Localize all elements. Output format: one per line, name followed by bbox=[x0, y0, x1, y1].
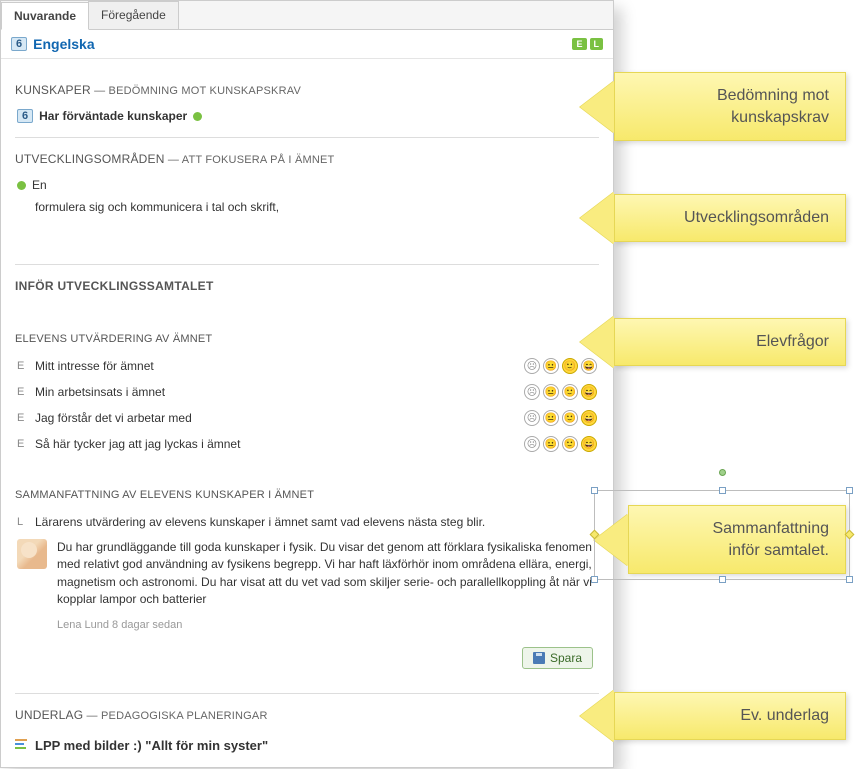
grade-badge: 6 bbox=[11, 37, 27, 51]
smiley-group[interactable]: ☹😐🙂😄 bbox=[524, 410, 597, 426]
tab-previous[interactable]: Föregående bbox=[88, 1, 179, 29]
summary-body: Du har grundläggande till goda kunskaper… bbox=[57, 539, 597, 609]
elev-eval-heading: ELEVENS UTVÄRDERING AV ÄMNET bbox=[15, 333, 599, 345]
eval-label: Så här tycker jag att jag lyckas i ämnet bbox=[35, 437, 240, 451]
summary-block: LLärarens utvärdering av elevens kunskap… bbox=[15, 509, 599, 631]
callout-elevfragor: Elevfrågor bbox=[580, 316, 846, 368]
sammanf-heading: SAMMANFATTNING AV ELEVENS KUNSKAPER I ÄM… bbox=[15, 489, 599, 501]
kunskaper-heading: KUNSKAPER — BEDÖMNING MOT KUNSKAPSKRAV bbox=[15, 83, 599, 97]
eval-row-3: ESå här tycker jag att jag lyckas i ämne… bbox=[15, 431, 599, 457]
smiley-group[interactable]: ☹😐🙂😄 bbox=[524, 436, 597, 452]
tag-l: L bbox=[590, 38, 604, 50]
grade-badge-6: 6 bbox=[17, 109, 33, 123]
summary-meta: Lena Lund 8 dagar sedan bbox=[57, 619, 597, 631]
utvomr-en: En bbox=[32, 178, 47, 192]
eval-row-2: EJag förstår det vi arbetar med ☹😐🙂😄 bbox=[15, 405, 599, 431]
eval-label: Mitt intresse för ämnet bbox=[35, 359, 154, 373]
eval-row-0: EMitt intresse för ämnet ☹😐🙂😄 bbox=[15, 353, 599, 379]
eval-label: Min arbetsinsats i ämnet bbox=[35, 385, 165, 399]
summary-intro: Lärarens utvärdering av elevens kunskape… bbox=[35, 515, 485, 529]
tabs: Nuvarande Föregående bbox=[1, 1, 613, 30]
save-icon bbox=[533, 652, 545, 664]
callout-utvecklingsomraden: Utvecklingsområden bbox=[580, 192, 846, 244]
eval-label: Jag förstår det vi arbetar med bbox=[35, 411, 192, 425]
subject-tags: E L bbox=[572, 38, 603, 50]
subject-link[interactable]: Engelska bbox=[33, 36, 94, 52]
callout-underlag: Ev. underlag bbox=[580, 690, 846, 742]
callout-sammanfattning: Sammanfattninginför samtalet. bbox=[594, 505, 846, 574]
underlag-item[interactable]: LPP med bilder :) "Allt för min syster" bbox=[15, 730, 599, 767]
callout-bedomning: Bedömning motkunskapskrav bbox=[580, 72, 846, 141]
tab-current[interactable]: Nuvarande bbox=[1, 2, 89, 30]
utvomr-heading: UTVECKLINGSOMRÅDEN — ATT FOKUSERA PÅ I Ä… bbox=[15, 152, 599, 166]
underlag-heading: UNDERLAG — PEDAGOGISKA PLANERINGAR bbox=[15, 708, 599, 722]
eval-row-1: EMin arbetsinsats i ämnet ☹😐🙂😄 bbox=[15, 379, 599, 405]
avatar bbox=[17, 539, 47, 569]
smiley-group[interactable]: ☹😐🙂😄 bbox=[524, 384, 597, 400]
infor-heading: INFÖR UTVECKLINGSSAMTALET bbox=[15, 279, 599, 293]
utvomr-item: En bbox=[15, 174, 599, 196]
bullet-dot-icon bbox=[17, 181, 26, 190]
status-dot-icon bbox=[193, 112, 202, 121]
main-panel: Nuvarande Föregående 6 Engelska E L KUNS… bbox=[0, 0, 614, 768]
lpp-icon bbox=[15, 739, 29, 751]
kunskaper-text: Har förväntade kunskaper bbox=[39, 109, 187, 123]
subject-bar: 6 Engelska E L bbox=[1, 30, 613, 59]
kunskaper-row: 6 Har förväntade kunskaper bbox=[15, 105, 599, 127]
tag-e: E bbox=[572, 38, 586, 50]
save-button[interactable]: Spara bbox=[522, 647, 593, 669]
utvomr-text: formulera sig och kommunicera i tal och … bbox=[35, 196, 599, 214]
